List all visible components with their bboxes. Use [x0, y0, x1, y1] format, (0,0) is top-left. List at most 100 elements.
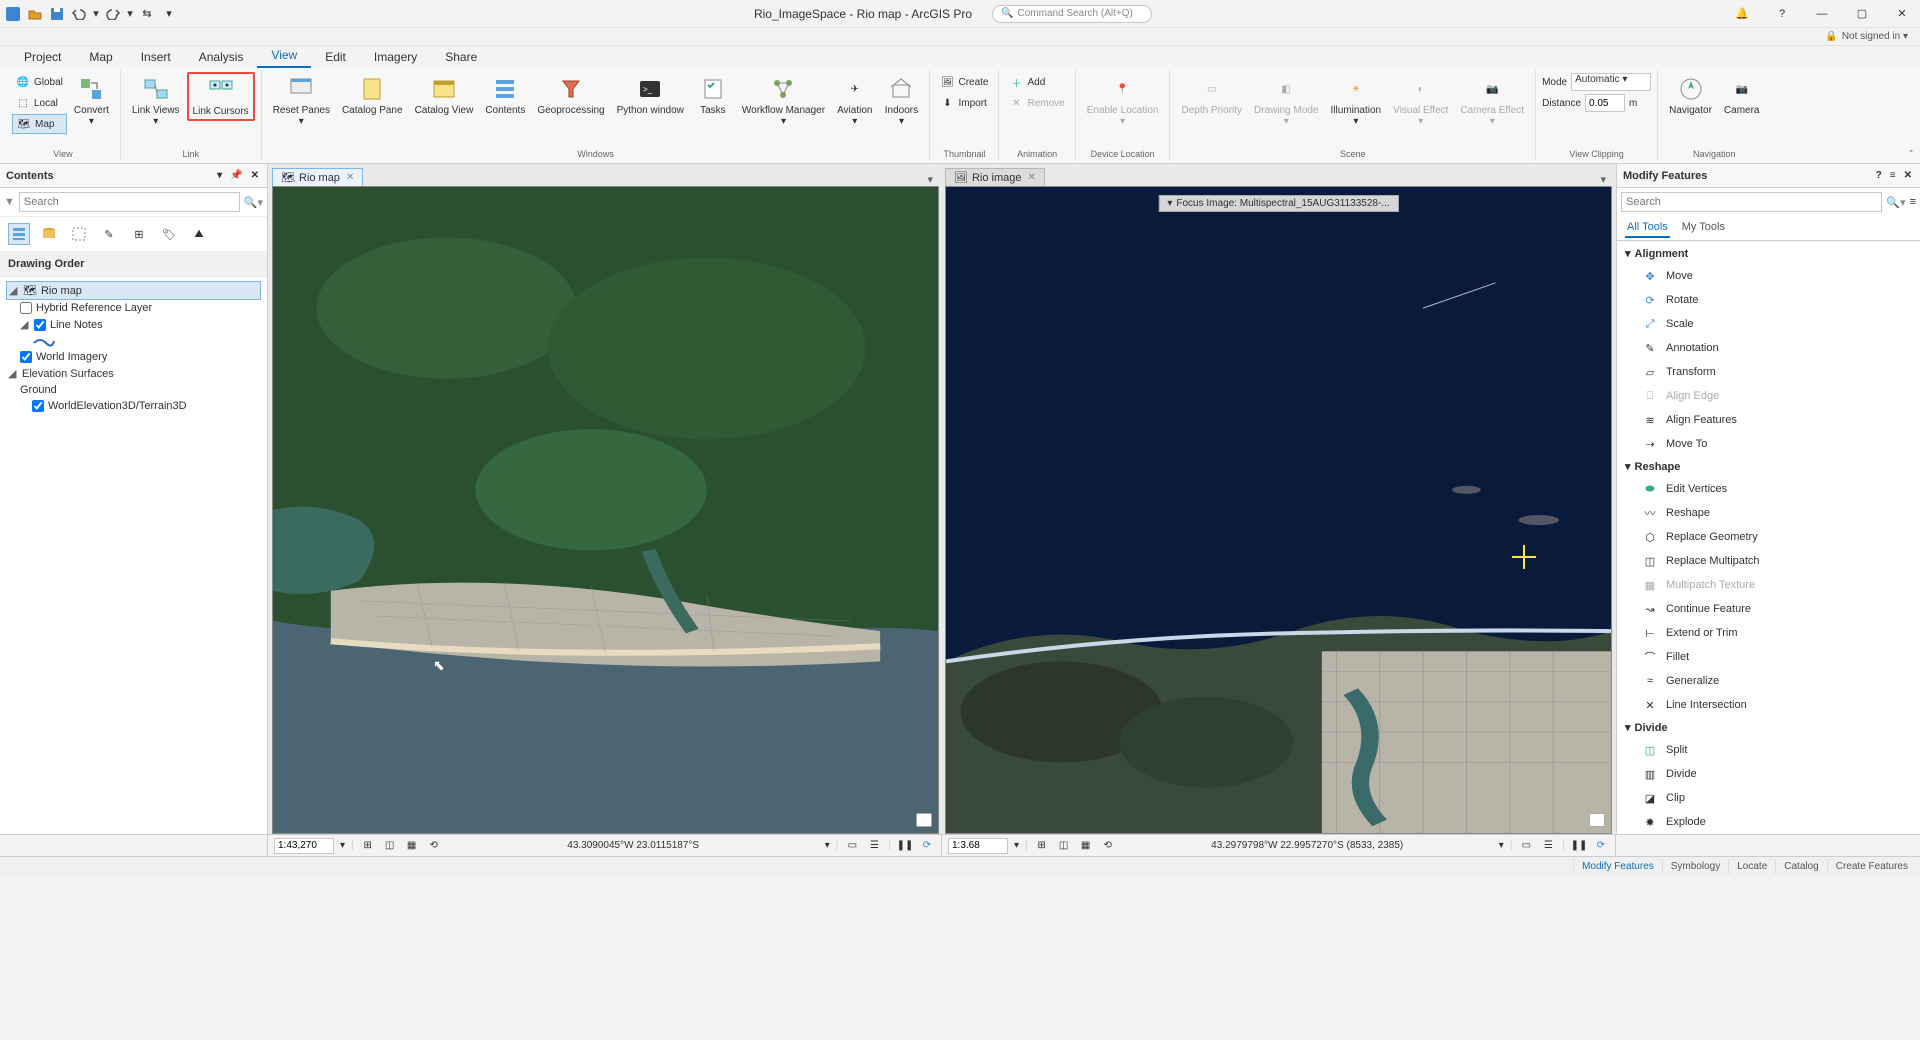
list-by-snapping-icon[interactable]: ⊞: [128, 223, 150, 245]
tool-align-features[interactable]: ≋Align Features: [1623, 408, 1914, 432]
map-canvas-right[interactable]: ▾Focus Image: Multispectral_15AUG3113352…: [945, 186, 1612, 834]
modify-help-icon[interactable]: ?: [1874, 170, 1884, 181]
command-search-input[interactable]: 🔍 Command Search (Alt+Q): [992, 5, 1152, 23]
tree-line-notes-layer[interactable]: ◢Line Notes: [18, 316, 261, 333]
minimap-left-icon[interactable]: [916, 813, 932, 827]
contents-search-icon[interactable]: 🔍▾: [244, 196, 263, 209]
tool-rotate[interactable]: ⟳Rotate: [1623, 288, 1914, 312]
modify-search-icon[interactable]: 🔍▾: [1886, 196, 1905, 209]
filter-icon[interactable]: ▼: [4, 196, 15, 208]
list-by-selection-icon[interactable]: [68, 223, 90, 245]
tool-annotation[interactable]: ✎Annotation: [1623, 336, 1914, 360]
tasks-button[interactable]: Tasks: [691, 72, 735, 119]
tree-hybrid-layer[interactable]: Hybrid Reference Layer: [18, 300, 261, 316]
sb-icon-r4[interactable]: ⟲: [1100, 838, 1116, 854]
camera-button[interactable]: 📷Camera: [1719, 72, 1765, 119]
qat-more-icon[interactable]: ⇆: [138, 5, 156, 23]
sb-icon-r2[interactable]: ◫: [1056, 838, 1072, 854]
btab-catalog[interactable]: Catalog: [1775, 859, 1826, 874]
project-icon[interactable]: [4, 5, 22, 23]
tool-extend-or-trim[interactable]: ⊢Extend or Trim: [1623, 621, 1914, 645]
tool-replace-geometry[interactable]: ⬡Replace Geometry: [1623, 525, 1914, 549]
tab-map[interactable]: Map: [75, 46, 126, 68]
tab-imagery[interactable]: Imagery: [360, 46, 431, 68]
sb-icon-3[interactable]: ▦: [404, 838, 420, 854]
map-button-small[interactable]: 🗺Map: [12, 114, 67, 134]
sb-refresh-icon[interactable]: ⟳: [1593, 838, 1609, 854]
close-icon[interactable]: ✕: [1888, 4, 1916, 24]
tool-explode[interactable]: ✸Explode: [1623, 810, 1914, 834]
local-button[interactable]: ⬚Local: [12, 93, 67, 113]
focus-image-banner[interactable]: ▾Focus Image: Multispectral_15AUG3113352…: [1158, 195, 1398, 212]
maximize-icon[interactable]: ▢: [1848, 4, 1876, 24]
tab-edit[interactable]: Edit: [311, 46, 360, 68]
close-tab-icon[interactable]: ✕: [1028, 172, 1036, 183]
view-left-menu-icon[interactable]: ▾: [921, 173, 939, 186]
modify-search-input[interactable]: [1621, 192, 1882, 212]
python-window-button[interactable]: >_Python window: [612, 72, 689, 119]
tab-project[interactable]: Project: [10, 46, 75, 68]
tool-divide[interactable]: ▥Divide: [1623, 762, 1914, 786]
sb-icon-2[interactable]: ◫: [382, 838, 398, 854]
tool-reshape[interactable]: 〰Reshape: [1623, 501, 1914, 525]
tool-edit-vertices[interactable]: ⬬Edit Vertices: [1623, 477, 1914, 501]
close-tab-icon[interactable]: ✕: [346, 172, 354, 183]
contents-search-input[interactable]: [19, 192, 240, 212]
tool-split[interactable]: ◫Split: [1623, 738, 1914, 762]
scale-input-left[interactable]: [274, 838, 334, 854]
sb-snapping-icon[interactable]: ☰: [1540, 838, 1556, 854]
btab-create-features[interactable]: Create Features: [1827, 859, 1916, 874]
redo-dropdown-icon[interactable]: ▾: [126, 5, 134, 23]
indoors-button[interactable]: Indoors▾: [879, 72, 923, 130]
elevation-surfaces-node[interactable]: ◢Elevation Surfaces: [6, 365, 261, 382]
catalog-view-button[interactable]: Catalog View: [410, 72, 479, 119]
list-by-data-source-icon[interactable]: [38, 223, 60, 245]
sb-refresh-icon[interactable]: ⟳: [919, 838, 935, 854]
qat-customize-icon[interactable]: ▾: [160, 5, 178, 23]
btab-modify-features[interactable]: Modify Features: [1573, 859, 1662, 874]
view-tab-rio-map[interactable]: 🗺Rio map✕: [272, 168, 363, 186]
tool-move-to[interactable]: ⇢Move To: [1623, 432, 1914, 456]
twisty-icon[interactable]: ◢: [20, 318, 30, 331]
camera-effect-button[interactable]: 📷Camera Effect▾: [1455, 72, 1529, 130]
sb-selection-icon[interactable]: ▭: [1518, 838, 1534, 854]
minimize-icon[interactable]: —: [1808, 4, 1836, 24]
category-alignment[interactable]: ▾Alignment: [1623, 243, 1914, 264]
tool-replace-multipatch[interactable]: ◫Replace Multipatch: [1623, 549, 1914, 573]
category-divide[interactable]: ▾Divide: [1623, 717, 1914, 738]
clipping-distance-input[interactable]: [1585, 94, 1625, 112]
tool-clip[interactable]: ◪Clip: [1623, 786, 1914, 810]
sb-pause-icon[interactable]: ❚❚: [1571, 838, 1587, 854]
tree-world-imagery-layer[interactable]: World Imagery: [18, 349, 261, 365]
sb-pause-icon[interactable]: ❚❚: [897, 838, 913, 854]
navigator-button[interactable]: Navigator: [1664, 72, 1717, 119]
contents-options-icon[interactable]: ▾: [215, 170, 224, 181]
workflow-manager-button[interactable]: Workflow Manager▾: [737, 72, 830, 130]
view-right-menu-icon[interactable]: ▾: [1594, 173, 1612, 186]
undo-dropdown-icon[interactable]: ▾: [92, 5, 100, 23]
category-reshape[interactable]: ▾Reshape: [1623, 456, 1914, 477]
btab-symbology[interactable]: Symbology: [1662, 859, 1728, 874]
help-icon[interactable]: ?: [1768, 4, 1796, 24]
convert-button[interactable]: Convert▾: [69, 72, 114, 130]
view-tab-rio-image[interactable]: 🖼Rio image✕: [945, 168, 1045, 186]
tool-transform[interactable]: ▱Transform: [1623, 360, 1914, 384]
modify-tab-my-tools[interactable]: My Tools: [1680, 218, 1727, 238]
link-views-button[interactable]: Link Views▾: [127, 72, 185, 130]
global-button[interactable]: 🌐Global: [12, 72, 67, 92]
minimap-right-icon[interactable]: [1589, 813, 1605, 827]
list-by-editing-icon[interactable]: ✎: [98, 223, 120, 245]
tab-analysis[interactable]: Analysis: [185, 46, 258, 68]
modify-close-icon[interactable]: ✕: [1902, 170, 1914, 181]
scale-input-right[interactable]: [948, 838, 1008, 854]
notification-icon[interactable]: 🔔: [1728, 4, 1756, 24]
redo-icon[interactable]: [104, 5, 122, 23]
scale-dropdown-icon[interactable]: ▾: [340, 840, 345, 851]
list-by-labeling-icon[interactable]: 🏷: [158, 223, 180, 245]
link-cursors-button[interactable]: Link Cursors: [187, 72, 255, 121]
line-notes-checkbox[interactable]: [34, 319, 46, 331]
modify-menu-icon[interactable]: ≡: [1888, 170, 1898, 181]
hybrid-checkbox[interactable]: [20, 302, 32, 314]
create-thumbnail-button[interactable]: 🖼Create: [936, 72, 992, 92]
sb-icon-1[interactable]: ⊞: [360, 838, 376, 854]
